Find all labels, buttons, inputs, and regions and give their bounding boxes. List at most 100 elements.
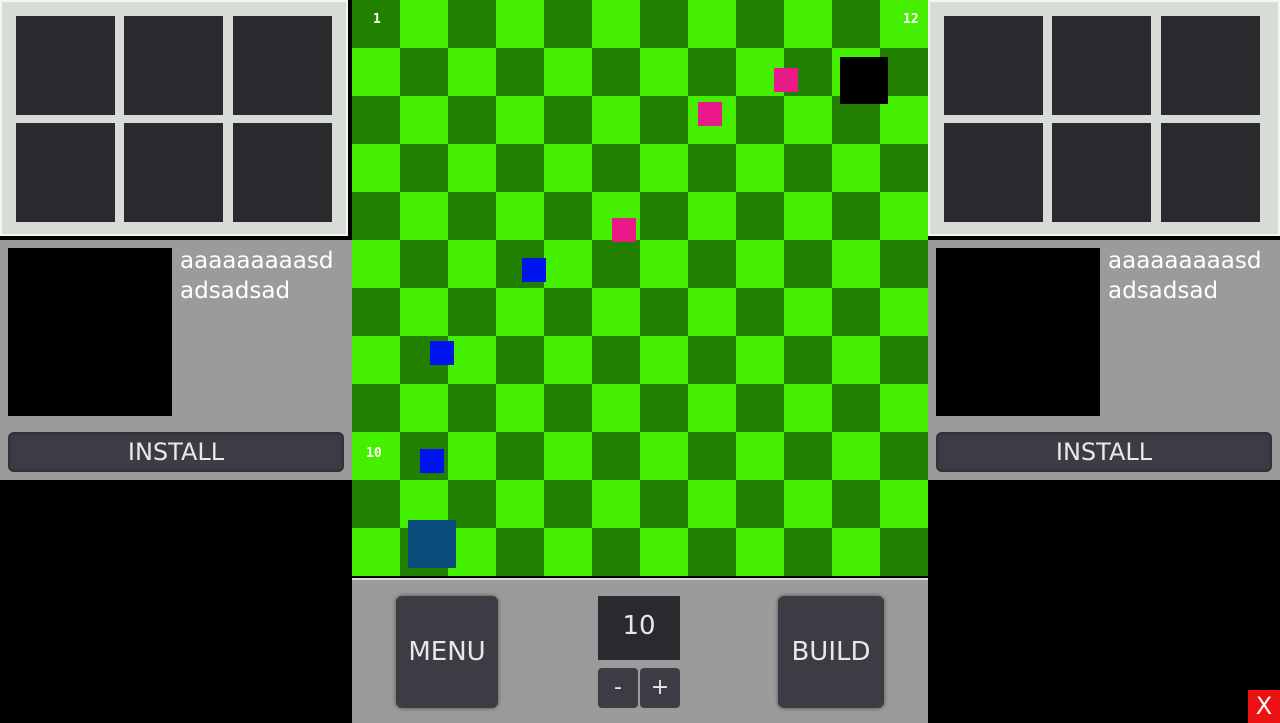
board-tile[interactable] (880, 336, 928, 384)
inventory-slot[interactable] (944, 123, 1043, 222)
board-tile[interactable] (688, 144, 736, 192)
board-tile[interactable] (496, 480, 544, 528)
board-tile[interactable] (736, 336, 784, 384)
board-tile[interactable] (496, 0, 544, 48)
inventory-slot[interactable] (1161, 16, 1260, 115)
board-tile[interactable] (736, 0, 784, 48)
inventory-slot[interactable] (944, 16, 1043, 115)
board-tile[interactable] (688, 0, 736, 48)
build-button[interactable]: BUILD (778, 596, 884, 708)
board-tile[interactable] (400, 240, 448, 288)
board-tile[interactable] (544, 480, 592, 528)
board-tile[interactable] (784, 192, 832, 240)
board-tile[interactable] (832, 144, 880, 192)
board-tile[interactable] (592, 384, 640, 432)
board-tile[interactable] (496, 384, 544, 432)
board-tile[interactable] (832, 432, 880, 480)
board-tile[interactable] (448, 336, 496, 384)
board-tile[interactable] (592, 240, 640, 288)
board-tile[interactable] (352, 192, 400, 240)
board-tile[interactable] (544, 384, 592, 432)
board-tile[interactable] (880, 480, 928, 528)
board-tile[interactable] (832, 0, 880, 48)
board-tile[interactable] (784, 144, 832, 192)
inventory-slot[interactable] (233, 123, 332, 222)
tower-unit[interactable] (430, 341, 454, 365)
board-tile[interactable] (544, 240, 592, 288)
board-tile[interactable] (688, 336, 736, 384)
board-tile[interactable] (736, 480, 784, 528)
board-tile[interactable] (352, 528, 400, 576)
board-tile[interactable] (352, 144, 400, 192)
board-tile[interactable] (880, 432, 928, 480)
board-tile[interactable] (832, 240, 880, 288)
board-tile[interactable] (880, 384, 928, 432)
enemy-unit[interactable] (698, 102, 722, 126)
board-tile[interactable] (352, 384, 400, 432)
board-tile[interactable] (592, 144, 640, 192)
board-tile[interactable] (784, 384, 832, 432)
board-tile[interactable] (880, 288, 928, 336)
board-tile[interactable] (640, 96, 688, 144)
board-tile[interactable] (544, 432, 592, 480)
board-tile[interactable] (352, 288, 400, 336)
decrement-button[interactable]: - (598, 668, 638, 708)
board-tile[interactable] (592, 528, 640, 576)
board-tile[interactable] (688, 432, 736, 480)
board-tile[interactable] (784, 288, 832, 336)
board-tile[interactable] (640, 192, 688, 240)
inventory-slot[interactable] (1052, 16, 1151, 115)
board-tile[interactable] (832, 384, 880, 432)
board-tile[interactable] (544, 48, 592, 96)
board-tile[interactable] (544, 0, 592, 48)
inventory-slot[interactable] (16, 123, 115, 222)
board-tile[interactable] (688, 240, 736, 288)
install-button[interactable]: INSTALL (936, 432, 1272, 472)
board-tile[interactable] (688, 288, 736, 336)
install-button[interactable]: INSTALL (8, 432, 344, 472)
board-tile[interactable] (736, 432, 784, 480)
inventory-slot[interactable] (1161, 123, 1260, 222)
board-tile[interactable] (832, 480, 880, 528)
board-tile[interactable] (640, 336, 688, 384)
board-tile[interactable] (592, 336, 640, 384)
board-tile[interactable] (592, 48, 640, 96)
board-tile[interactable] (448, 144, 496, 192)
board-tile[interactable] (832, 336, 880, 384)
board-tile[interactable] (880, 240, 928, 288)
board-tile[interactable] (544, 192, 592, 240)
tower-unit[interactable] (522, 258, 546, 282)
board-tile[interactable] (736, 240, 784, 288)
game-board[interactable]: 1 12 10 (352, 0, 928, 576)
board-tile[interactable] (352, 336, 400, 384)
board-tile[interactable] (400, 384, 448, 432)
menu-button[interactable]: MENU (396, 596, 498, 708)
board-tile[interactable] (832, 528, 880, 576)
board-tile[interactable] (640, 432, 688, 480)
inventory-slot[interactable] (124, 123, 223, 222)
board-tile[interactable] (352, 480, 400, 528)
board-tile[interactable] (880, 528, 928, 576)
increment-button[interactable]: + (640, 668, 680, 708)
board-tile[interactable] (448, 240, 496, 288)
board-tile[interactable] (784, 480, 832, 528)
board-tile[interactable] (352, 240, 400, 288)
board-tile[interactable] (640, 528, 688, 576)
tower-unit[interactable] (420, 449, 444, 473)
board-tile[interactable] (496, 144, 544, 192)
board-tile[interactable] (736, 288, 784, 336)
target-tile[interactable] (840, 57, 888, 104)
board-tile[interactable] (592, 432, 640, 480)
board-tile[interactable] (448, 48, 496, 96)
board-tile[interactable] (736, 192, 784, 240)
board-tile[interactable] (688, 480, 736, 528)
board-tile[interactable] (496, 48, 544, 96)
board-tile[interactable] (784, 432, 832, 480)
board-tile[interactable] (736, 384, 784, 432)
board-tile[interactable] (688, 48, 736, 96)
close-button[interactable]: X (1248, 690, 1280, 723)
board-tile[interactable] (496, 192, 544, 240)
inventory-slot[interactable] (1052, 123, 1151, 222)
board-tile[interactable] (448, 384, 496, 432)
board-tile[interactable] (640, 480, 688, 528)
